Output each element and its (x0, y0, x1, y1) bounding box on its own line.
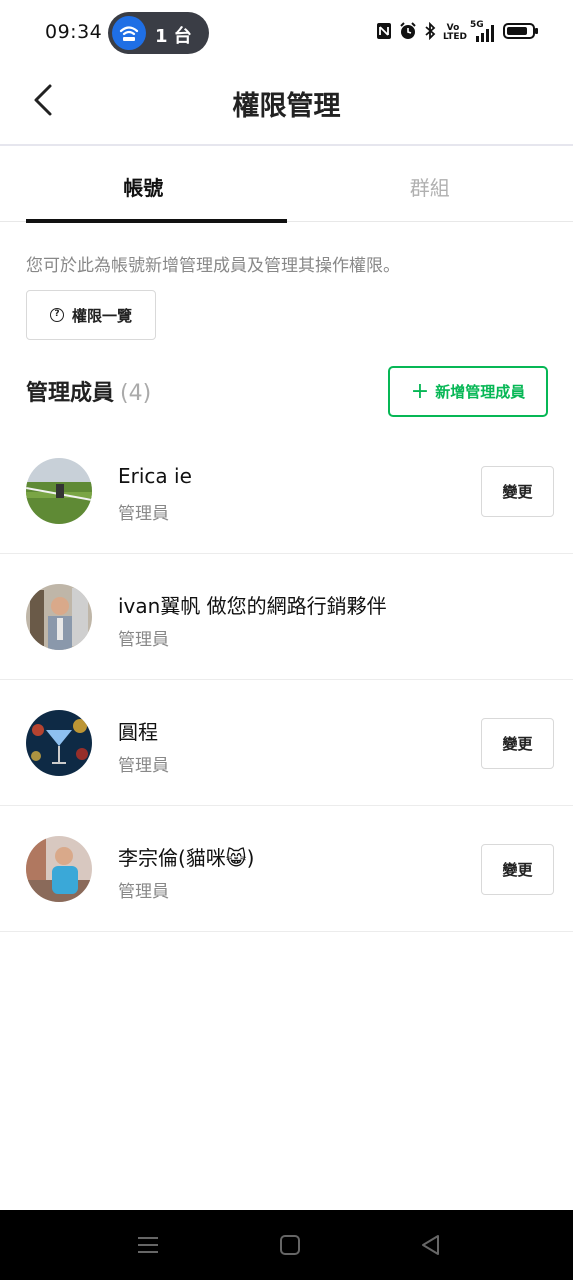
hotspot-wifi-icon (112, 16, 146, 50)
add-member-label: 新增管理成員 (435, 383, 526, 401)
tab-group[interactable]: 群組 (287, 147, 573, 222)
member-row[interactable]: 李宗倫(貓咪😸) 管理員 變更 (0, 806, 573, 932)
status-time: 09:34 (45, 21, 103, 43)
members-section-title: 管理成員 (4) (26, 375, 151, 407)
bluetooth-icon (424, 21, 436, 44)
members-title-text: 管理成員 (26, 381, 115, 406)
avatar (26, 710, 92, 776)
change-button[interactable]: 變更 (481, 466, 554, 517)
volte-icon: Vo LTED (443, 23, 468, 42)
member-role: 管理員 (118, 504, 169, 524)
avatar (26, 584, 92, 650)
member-role: 管理員 (118, 882, 169, 902)
home-square-icon[interactable] (277, 1232, 303, 1258)
permission-list-label: 權限一覽 (71, 306, 132, 325)
plus-icon: + (410, 378, 430, 404)
status-icons: Vo LTED 5G (376, 21, 539, 44)
avatar (26, 458, 92, 524)
back-triangle-icon[interactable] (418, 1232, 444, 1258)
question-circle-icon: ? (49, 308, 64, 322)
member-name: ivan翼帆 做您的網路行銷夥伴 (118, 594, 387, 618)
change-button[interactable]: 變更 (481, 718, 554, 769)
member-row[interactable]: ivan翼帆 做您的網路行銷夥伴 管理員 (0, 554, 573, 680)
description-text: 您可於此為帳號新增管理成員及管理其操作權限。 (26, 256, 400, 276)
avatar (26, 836, 92, 902)
hotspot-count: 1 台 (155, 26, 192, 47)
members-count: (4) (120, 381, 152, 406)
tab-account[interactable]: 帳號 (0, 147, 287, 223)
hotspot-indicator[interactable]: 1 台 (108, 12, 209, 54)
change-button[interactable]: 變更 (481, 844, 554, 895)
member-list: Erica ie 管理員 變更 ivan翼帆 做您的網路行銷夥伴 管理員 圓程 … (0, 428, 573, 932)
battery-icon (503, 22, 539, 44)
member-role: 管理員 (118, 756, 169, 776)
system-nav-bar (0, 1210, 573, 1280)
tab-bar: 帳號 群組 (0, 147, 573, 223)
member-row[interactable]: 圓程 管理員 變更 (0, 680, 573, 806)
nfc-icon (376, 22, 392, 44)
page: 09:34 1 台 Vo LTED 5G 權限管理 帳號 群組 您可於此為帳號新… (0, 0, 573, 1280)
member-name: 圓程 (118, 720, 158, 744)
add-member-button[interactable]: + 新增管理成員 (388, 366, 548, 417)
status-bar: 09:34 1 台 Vo LTED 5G (0, 0, 573, 66)
menu-icon[interactable] (135, 1232, 161, 1258)
member-role: 管理員 (118, 630, 169, 650)
alarm-icon (399, 22, 417, 44)
page-title: 權限管理 (232, 91, 341, 122)
signal-icon: 5G (470, 21, 496, 43)
member-name: 李宗倫(貓咪😸) (118, 846, 255, 870)
permission-list-button[interactable]: ? 權限一覽 (26, 290, 156, 340)
member-name: Erica ie (118, 464, 192, 488)
member-row[interactable]: Erica ie 管理員 變更 (0, 428, 573, 554)
app-header: 權限管理 (0, 66, 573, 146)
